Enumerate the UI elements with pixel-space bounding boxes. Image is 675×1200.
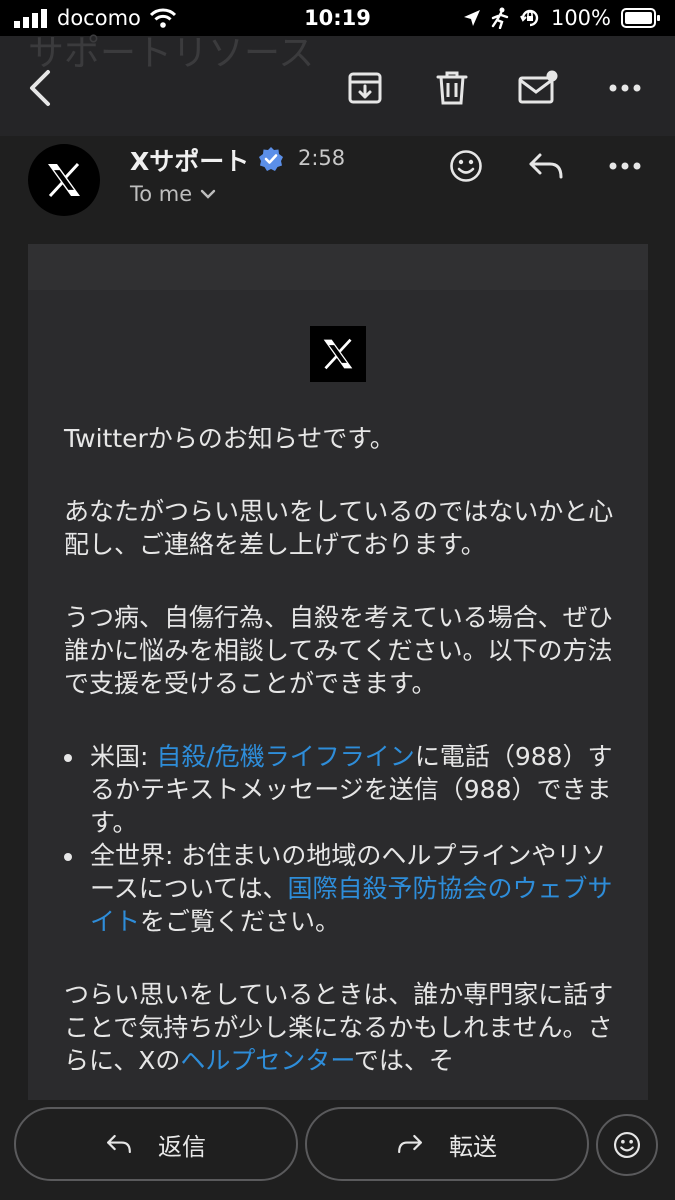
message-toolbar: サポートリソース: [0, 33, 675, 136]
reply-label: 返信: [158, 1132, 206, 1161]
avatar[interactable]: [28, 144, 100, 216]
list-item: 米国: 自殺/危機ライフラインに電話（988）するかテキストメッセージを送信（9…: [64, 740, 624, 839]
mark-unread-icon[interactable]: [518, 68, 558, 108]
emoji-reaction-icon[interactable]: [446, 146, 486, 186]
more-icon[interactable]: [605, 146, 645, 186]
reply-icon[interactable]: [526, 146, 566, 186]
activity-icon: [491, 7, 509, 29]
list-item: 全世界: お住まいの地域のヘルプラインやリソースについては、国際自殺予防協会のウ…: [64, 839, 624, 938]
reply-icon: [107, 1134, 131, 1154]
bottom-action-bar: 返信 転送: [0, 1100, 675, 1200]
chevron-down-icon: [200, 189, 216, 199]
verified-badge-icon: [258, 146, 284, 172]
emoji-reaction-button[interactable]: [596, 1114, 658, 1176]
forward-label: 転送: [449, 1132, 497, 1161]
status-bar: docomo 10:19 100%: [0, 0, 675, 36]
back-icon[interactable]: [20, 68, 60, 108]
recipient-label: To me: [130, 182, 193, 206]
orientation-lock-icon: [519, 7, 541, 29]
email-body-card: Twitterからのお知らせです。 あなたがつらい思いをしているのではないかと心…: [28, 244, 648, 1100]
forward-icon: [398, 1134, 422, 1154]
reply-button[interactable]: 返信: [14, 1107, 298, 1181]
x-logo-icon: [310, 326, 366, 382]
sender-header: Xサポート 2:58 To me: [0, 136, 675, 244]
trash-icon[interactable]: [432, 68, 472, 108]
closing-paragraph: つらい思いをしているときは、誰か専門家に話すことで気持ちが少し楽になるかもしれま…: [64, 980, 614, 1075]
resource-list: 米国: 自殺/危機ライフラインに電話（988）するかテキストメッセージを送信（9…: [64, 740, 624, 938]
support-paragraph: うつ病、自傷行為、自殺を考えている場合、ぜひ誰かに悩みを相談してみてください。以…: [64, 603, 613, 698]
battery-percent: 100%: [550, 6, 611, 30]
intro-text: Twitterからのお知らせです。: [64, 424, 395, 453]
recipient-toggle[interactable]: To me: [130, 182, 216, 206]
card-header-band: [28, 244, 648, 290]
sent-time: 2:58: [298, 146, 346, 170]
more-icon[interactable]: [605, 68, 645, 108]
x-logo-icon: [48, 162, 80, 198]
email-body-text: Twitterからのお知らせです。 あなたがつらい思いをしているのではないかと心…: [64, 422, 624, 1100]
sender-name[interactable]: Xサポート: [130, 142, 249, 178]
battery-icon: [621, 8, 661, 28]
help-center-link[interactable]: ヘルプセンター: [180, 1046, 354, 1075]
forward-button[interactable]: 転送: [305, 1107, 589, 1181]
archive-icon[interactable]: [345, 68, 385, 108]
concern-paragraph: あなたがつらい思いをしているのではないかと心配し、ご連絡を差し上げております。: [64, 497, 614, 559]
emoji-icon: [613, 1131, 641, 1159]
lifeline-link[interactable]: 自殺/危機ライフライン: [156, 742, 414, 771]
location-icon: [463, 9, 481, 27]
